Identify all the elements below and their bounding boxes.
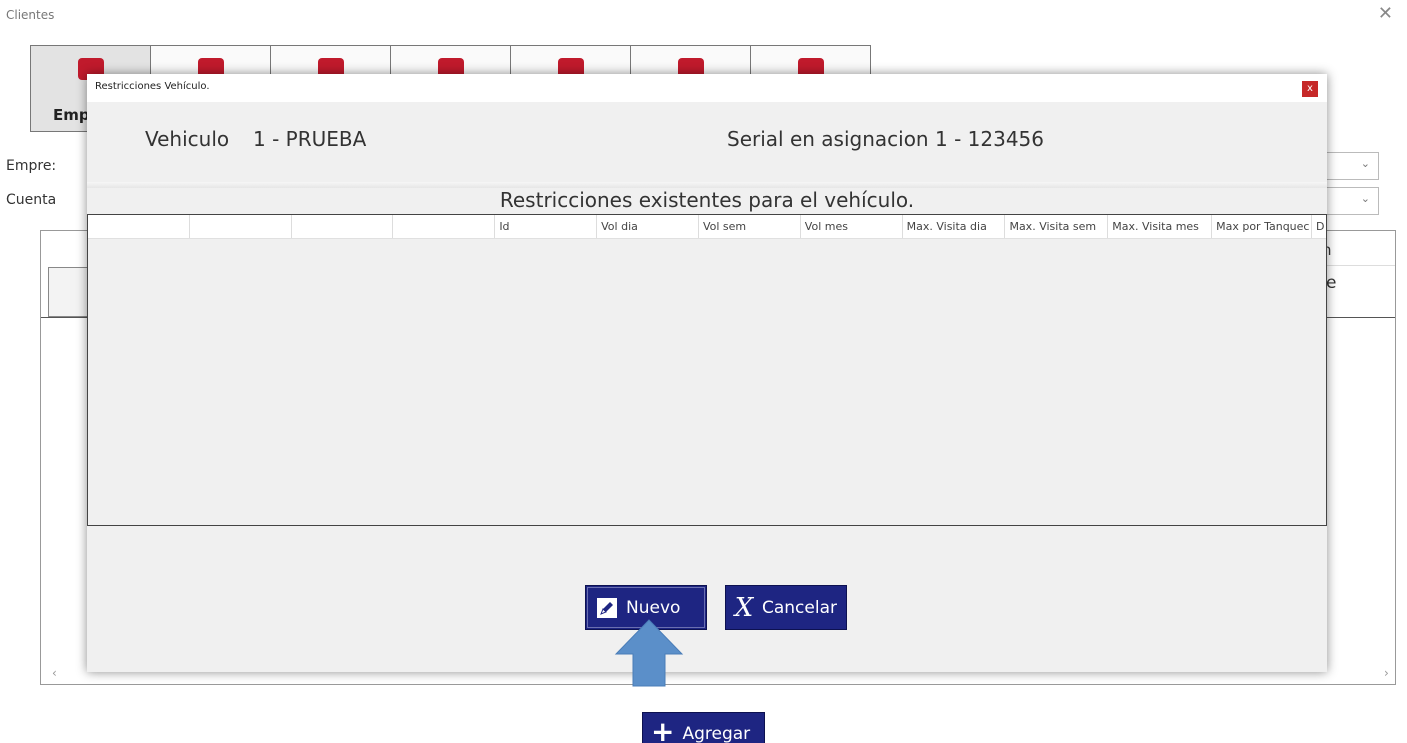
cuenta-select[interactable]: ⌄ [1323, 187, 1379, 215]
cuenta-label: Cuenta [6, 192, 57, 208]
empresa-label: Empre: [6, 158, 57, 174]
section-title: Restricciones existentes para el vehícul… [499, 188, 915, 212]
window-title: Clientes [6, 8, 55, 22]
dialog-close-button[interactable]: x [1302, 81, 1318, 97]
x-icon: X [734, 592, 754, 623]
grid-column-header[interactable] [292, 215, 394, 238]
dialog-titlebar: Restricciones Vehículo. x [87, 74, 1327, 102]
grid-column-header-max-visita-sem[interactable]: Max. Visita sem [1005, 215, 1109, 238]
grid-column-header[interactable] [393, 215, 496, 238]
add-button[interactable]: + Agregar [642, 712, 765, 743]
vehicle-label: Vehiculo [145, 127, 230, 151]
grid-column-header[interactable] [190, 215, 292, 238]
chevron-down-icon: ⌄ [1360, 157, 1370, 170]
serial-label: Serial en asignacion [727, 127, 929, 151]
tab-label: Emp [53, 106, 90, 124]
cancelar-button[interactable]: X Cancelar [725, 585, 847, 630]
vehicle-value: 1 - PRUEBA [253, 127, 367, 151]
nuevo-button-label: Nuevo [626, 597, 681, 618]
cancelar-button-label: Cancelar [762, 597, 837, 618]
grid-column-header-id[interactable]: Id [495, 215, 598, 238]
scroll-right-arrow-icon[interactable]: › [1384, 666, 1389, 680]
partial-cell-text: e [1326, 273, 1337, 293]
window-close-button[interactable]: ✕ [1378, 3, 1393, 24]
plus-icon: + [651, 715, 675, 743]
restrictions-dialog: Restricciones Vehículo. x Vehiculo 1 - P… [87, 74, 1327, 672]
chevron-down-icon: ⌄ [1360, 192, 1370, 205]
serial-value: 1 - 123456 [935, 127, 1045, 151]
pointer-arrow-icon [614, 619, 684, 687]
grid-column-header-vol-sem[interactable]: Vol sem [699, 215, 801, 238]
add-button-label: Agregar [682, 724, 751, 743]
grid-column-header-vol-dia[interactable]: Vol dia [597, 215, 699, 238]
edit-icon [596, 597, 618, 619]
grid-column-header[interactable] [88, 215, 190, 238]
empresa-select[interactable]: ⌄ [1323, 152, 1379, 180]
grid-column-header-max-visita-mes[interactable]: Max. Visita mes [1108, 215, 1213, 238]
grid-column-header-vol-mes[interactable]: Vol mes [801, 215, 903, 238]
grid-column-header-partial[interactable]: D [1312, 215, 1326, 238]
scroll-left-arrow-icon[interactable]: ‹ [52, 666, 57, 680]
grid-column-header-max-por-tanqueo[interactable]: Max por Tanquec [1212, 215, 1312, 238]
dialog-title: Restricciones Vehículo. [95, 81, 210, 92]
grid-column-header-max-visita-dia[interactable]: Max. Visita dia [903, 215, 1006, 238]
restrictions-grid[interactable]: Id Vol dia Vol sem Vol mes Max. Visita d… [87, 214, 1327, 526]
grid-header: Id Vol dia Vol sem Vol mes Max. Visita d… [88, 215, 1326, 239]
divider [1326, 265, 1395, 266]
